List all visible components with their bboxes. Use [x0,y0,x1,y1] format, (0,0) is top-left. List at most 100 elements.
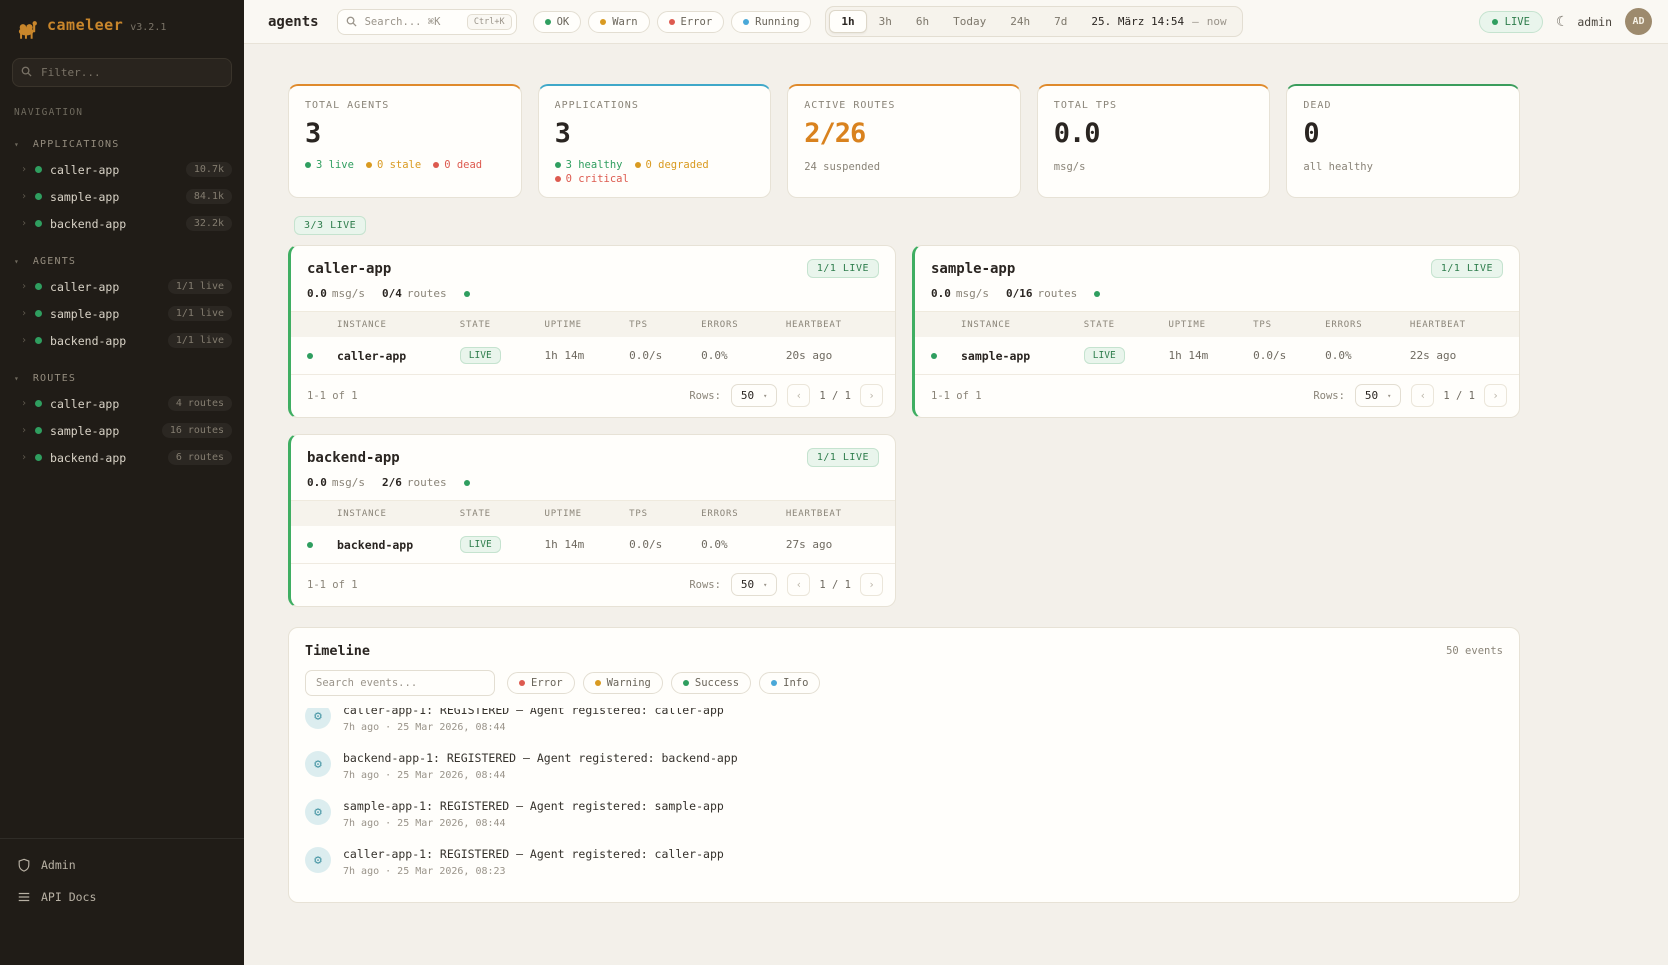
range-button-today[interactable]: Today [941,10,998,33]
agent-gear-icon: ⚙ [305,799,331,825]
status-dot [35,283,42,290]
sidebar-item-badge: 84.1k [186,189,232,204]
sidebar-item-routes-sample-app[interactable]: › sample-app 16 routes [0,417,244,444]
avatar[interactable]: AD [1625,8,1652,35]
heartbeat-cell: 27s ago [786,538,879,551]
app-routes-value: 0/4 [382,287,402,300]
sidebar-item-label: backend-app [50,334,126,348]
column-header: HEARTBEAT [786,320,879,330]
sidebar-item-applications-backend-app[interactable]: › backend-app 32.2k [0,210,244,237]
camel-logo-icon [14,16,40,42]
section-header-agents[interactable]: ▾ AGENTS [0,253,244,273]
timeline-chip-info[interactable]: Info [759,672,820,694]
live-label: LIVE [1505,16,1530,28]
app-stats-line: 0.0 msg/s 0/4 routes [291,287,895,311]
chip-label: Error [681,16,713,28]
timeline-event: ⚙ backend-app-1: REGISTERED — Agent regi… [305,742,1503,790]
chip-label: Warning [607,677,651,689]
error-dot [669,19,675,25]
range-button-24h[interactable]: 24h [998,10,1042,33]
prev-page-button[interactable]: ‹ [787,573,810,596]
column-header: TPS [629,320,701,330]
prev-page-button[interactable]: ‹ [1411,384,1434,407]
status-dot [35,454,42,461]
sidebar-section-routes: ▾ ROUTES › caller-app 4 routes › sample-… [0,370,244,471]
page-indicator: 1 / 1 [1443,390,1475,402]
filter-chip-running[interactable]: Running [731,11,811,33]
live-toggle[interactable]: LIVE [1479,11,1543,33]
page-indicator: 1 / 1 [819,390,851,402]
range-button-6h[interactable]: 6h [904,10,941,33]
instance-row[interactable]: backend-app LIVE 1h 14m 0.0/s 0.0% 27s a… [291,526,895,564]
instance-name: backend-app [337,538,460,552]
section-header-routes[interactable]: ▾ ROUTES [0,370,244,390]
sidebar-item-admin[interactable]: Admin [0,849,244,881]
stat-detail: 0 critical [566,173,629,185]
date-range-display[interactable]: 25. März 14:54 — now [1079,15,1238,28]
warning-dot [595,680,601,686]
stat-value: 0 [1303,118,1503,149]
next-page-button[interactable]: › [1484,384,1507,407]
sidebar-item-applications-sample-app[interactable]: › sample-app 84.1k [0,183,244,210]
table-footer: 1-1 of 1 Rows: 50 ▾ ‹ 1 / 1 › [291,375,895,417]
date-from: 25. März 14:54 [1091,15,1184,28]
sidebar-filter-input[interactable] [12,58,232,87]
filter-chip-error[interactable]: Error [657,11,725,33]
timeline-event: ⚙ sample-app-1: REGISTERED — Agent regis… [305,790,1503,838]
stat-value: 3 [305,118,505,149]
app-routes-unit: routes [1038,287,1078,300]
instance-row[interactable]: caller-app LIVE 1h 14m 0.0/s 0.0% 20s ag… [291,337,895,375]
stat-detail: 0 dead [444,159,482,171]
sidebar-item-agents-backend-app[interactable]: › backend-app 1/1 live [0,327,244,354]
rows-per-page-select[interactable]: 50 ▾ [1355,384,1401,407]
event-time: 7h ago · 25 Mar 2026, 08:44 [343,722,724,733]
chevron-right-icon: › [21,281,27,292]
stat-detail: 3 healthy [566,159,623,171]
sidebar-item-label: caller-app [50,163,119,177]
rows-per-page-select[interactable]: 50 ▾ [731,573,777,596]
warn-dot [600,19,606,25]
column-header: STATE [1084,320,1169,330]
app-tps-unit: msg/s [332,287,365,300]
rows-per-page-select[interactable]: 50 ▾ [731,384,777,407]
next-page-button[interactable]: › [860,573,883,596]
timeline-chip-error[interactable]: Error [507,672,575,694]
live-summary-badge: 3/3 LIVE [294,216,366,235]
sidebar-item-agents-caller-app[interactable]: › caller-app 1/1 live [0,273,244,300]
live-dot [305,162,311,168]
timeline-chip-success[interactable]: Success [671,672,751,694]
sidebar-item-applications-caller-app[interactable]: › caller-app 10.7k [0,156,244,183]
timeline-chip-warning[interactable]: Warning [583,672,663,694]
app-card-title: backend-app [307,450,400,466]
prev-page-button[interactable]: ‹ [787,384,810,407]
timeline-event-list[interactable]: ⚙ caller-app-1: REGISTERED — Agent regis… [289,708,1519,902]
event-text: caller-app-1: REGISTERED — Agent registe… [343,847,724,861]
dark-mode-toggle-moon-icon[interactable]: ☾ [1556,14,1564,30]
column-header: ERRORS [701,509,786,519]
stat-value: 3 [555,118,755,149]
chevron-down-icon: ▾ [14,257,19,266]
instance-row[interactable]: sample-app LIVE 1h 14m 0.0/s 0.0% 22s ag… [915,337,1519,375]
stat-card-dead: DEAD 0 all healthy [1286,84,1520,198]
sidebar-item-routes-caller-app[interactable]: › caller-app 4 routes [0,390,244,417]
sidebar-item-badge: 6 routes [168,450,232,465]
tps-cell: 0.0/s [1253,349,1325,362]
column-header: UPTIME [544,509,629,519]
app-cards-grid: caller-app 1/1 LIVE 0.0 msg/s 0/4 routes… [288,245,1520,607]
next-page-button[interactable]: › [860,384,883,407]
stat-card-applications: APPLICATIONS 3 3 healthy 0 degraded 0 cr… [538,84,772,198]
range-button-1h[interactable]: 1h [829,10,866,33]
sidebar-item-routes-backend-app[interactable]: › backend-app 6 routes [0,444,244,471]
filter-chip-warn[interactable]: Warn [588,11,649,33]
row-range-label: 1-1 of 1 [931,390,982,402]
global-search: Ctrl+K [337,9,517,35]
sidebar-item-api-docs[interactable]: API Docs [0,881,244,913]
filter-chip-ok[interactable]: OK [533,11,582,33]
range-button-7d[interactable]: 7d [1042,10,1079,33]
section-header-applications[interactable]: ▾ APPLICATIONS [0,136,244,156]
sidebar-footer: Admin API Docs [0,838,244,965]
timeline-search-input[interactable] [305,670,495,696]
chevron-down-icon: ▾ [1387,392,1391,400]
sidebar-item-agents-sample-app[interactable]: › sample-app 1/1 live [0,300,244,327]
range-button-3h[interactable]: 3h [867,10,904,33]
